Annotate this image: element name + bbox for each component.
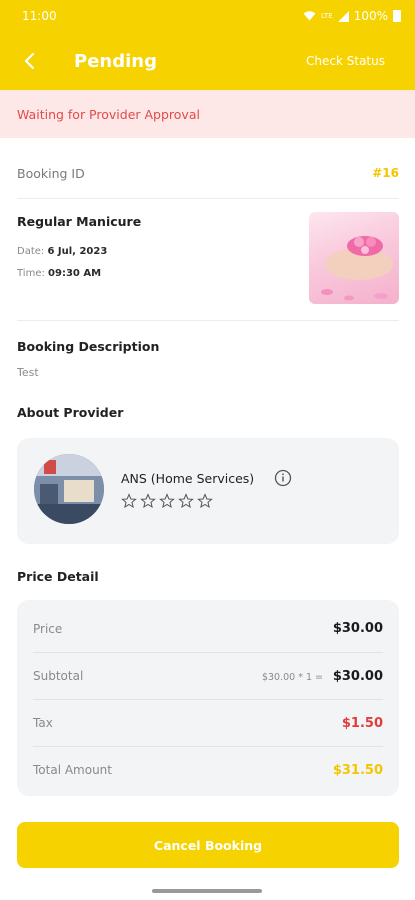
tax-label: Tax (33, 716, 53, 730)
wifi-icon (303, 11, 316, 21)
booking-description-text: Test (17, 366, 39, 379)
banner-text: Waiting for Provider Approval (17, 106, 200, 122)
about-provider-title: About Provider (17, 405, 124, 420)
booking-id-row: Booking ID #16 (17, 160, 399, 186)
provider-card[interactable]: ANS (Home Services) (17, 438, 399, 544)
tax-row: Tax $1.50 (33, 699, 383, 746)
price-value: $30.00 (332, 621, 383, 636)
app-bar: Pending Check Status (0, 32, 415, 90)
service-name: Regular Manicure (17, 214, 142, 229)
battery-icon (393, 10, 401, 22)
price-detail-title: Price Detail (17, 569, 99, 584)
date-label: Date: (17, 246, 45, 257)
status-icons: LTE 100% (303, 9, 401, 23)
star-icon (178, 493, 194, 509)
provider-rating (121, 493, 213, 509)
price-detail-card: Price $30.00 Subtotal $30.00 * 1 = $30.0… (17, 600, 399, 796)
price-label: Price (33, 621, 63, 636)
date-value: 6 Jul, 2023 (47, 246, 108, 257)
battery-percent: 100% (353, 9, 388, 23)
subtotal-calculation: $30.00 * 1 = (261, 671, 323, 683)
time-label: Time: (17, 268, 45, 279)
time-value: 09:30 AM (48, 268, 102, 279)
cancel-booking-button[interactable]: Cancel Booking (17, 822, 399, 868)
booking-time: Time: 09:30 AM (17, 268, 101, 279)
booking-id-label: Booking ID (17, 165, 85, 181)
total-value: $31.50 (332, 762, 383, 778)
star-icon (121, 493, 137, 509)
booking-description-title: Booking Description (17, 339, 160, 354)
subtotal-label: Subtotal (33, 669, 84, 683)
status-bar: 11:00 LTE 100% (0, 0, 415, 32)
star-icon (140, 493, 156, 509)
booking-date: Date: 6 Jul, 2023 (17, 246, 107, 257)
network-label: LTE (321, 12, 333, 20)
subtotal-row: Subtotal $30.00 * 1 = $30.00 (33, 652, 383, 699)
home-indicator[interactable] (152, 889, 262, 893)
tax-value: $1.50 (341, 715, 383, 731)
page-title: Pending (74, 50, 157, 72)
provider-name: ANS (Home Services) (121, 471, 255, 486)
star-icon (197, 493, 213, 509)
check-status-button[interactable]: Check Status (306, 54, 385, 68)
booking-id-value: #16 (372, 166, 399, 180)
subtotal-value: $30.00 (332, 668, 383, 684)
status-time: 11:00 (22, 9, 57, 23)
total-label: Total Amount (33, 763, 112, 777)
status-banner: Waiting for Provider Approval (0, 90, 415, 138)
provider-avatar (34, 454, 104, 524)
divider (17, 198, 399, 199)
back-arrow-icon[interactable] (6, 32, 54, 90)
divider (17, 320, 399, 321)
price-row: Price $30.00 (33, 605, 383, 652)
total-row: Total Amount $31.50 (33, 746, 383, 793)
service-image (309, 212, 399, 304)
signal-icon (337, 10, 349, 22)
info-icon[interactable] (274, 469, 292, 487)
star-icon (159, 493, 175, 509)
